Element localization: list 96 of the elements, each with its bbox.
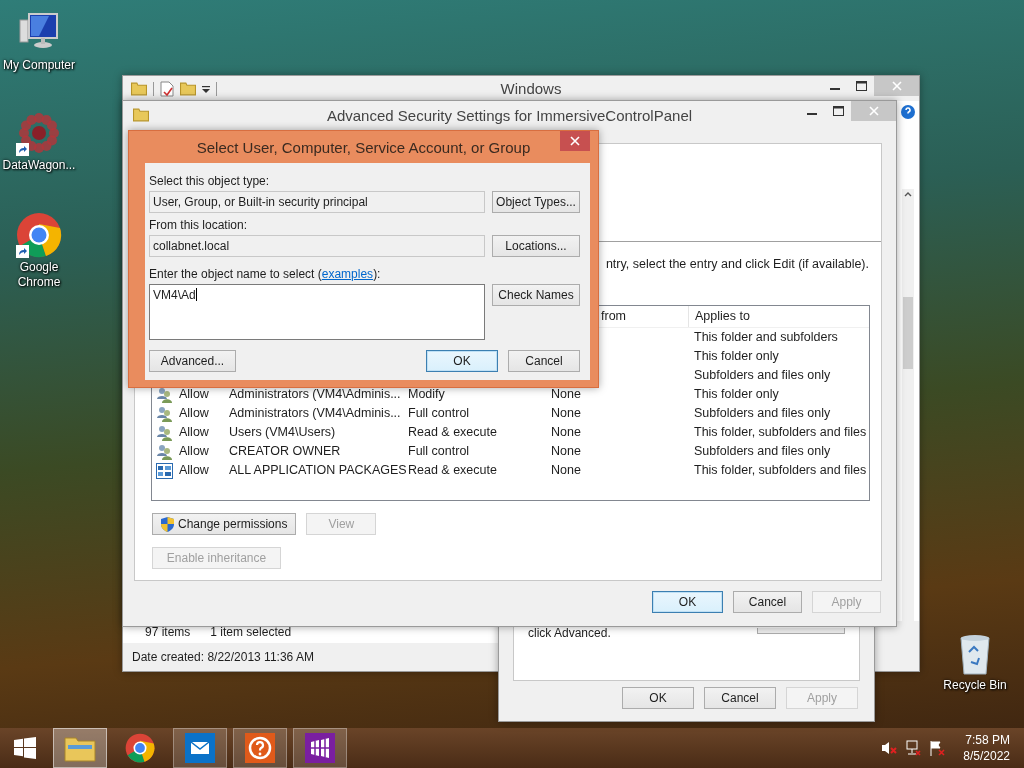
- table-cell-text: This folder and subfolders: [694, 329, 839, 346]
- desktop-icon-label[interactable]: Google Chrome: [0, 260, 78, 290]
- location-field: collabnet.local: [149, 235, 485, 257]
- object-type-field: User, Group, or Built-in security principal: [149, 191, 485, 213]
- chrome-icon[interactable]: [16, 212, 62, 258]
- users-icon: [156, 405, 173, 422]
- table-cell-text: Full control: [408, 443, 471, 460]
- store-icon[interactable]: [305, 733, 335, 763]
- table-cell-text: Users (VM4\Users): [229, 424, 337, 441]
- maximize-icon: [832, 106, 844, 116]
- table-cell-text: Allow: [179, 424, 210, 441]
- table-cell-text: ALL APPLICATION PACKAGES: [229, 462, 408, 479]
- users-icon: [156, 443, 173, 460]
- shortcut-arrow-icon: [16, 245, 29, 258]
- clock-date[interactable]: 8/5/2022: [963, 748, 1010, 764]
- object-name-field[interactable]: VM4\Ad: [149, 284, 485, 340]
- clock-time[interactable]: 7:58 PM: [965, 732, 1010, 748]
- table-cell-text: Subfolders and files only: [694, 405, 832, 422]
- dropdown-caret-icon[interactable]: [202, 84, 210, 93]
- table-cell-text: None: [551, 443, 582, 460]
- date-created: Date created: 8/22/2013 11:36 AM: [132, 650, 314, 664]
- close-icon: [891, 81, 902, 91]
- mail-icon[interactable]: [185, 733, 215, 763]
- scroll-up-icon[interactable]: [904, 191, 912, 197]
- minimize-icon: [807, 113, 817, 115]
- volume-muted-icon[interactable]: [881, 740, 898, 756]
- dialog-button[interactable]: Cancel: [704, 687, 776, 709]
- desktop-icon-label[interactable]: DataWagon...: [2, 158, 76, 173]
- dialog-button[interactable]: Cancel: [733, 591, 802, 613]
- dialog-title: Select User, Computer, Service Account, or Group: [196, 138, 531, 156]
- table-cell-text: CREATOR OWNER: [229, 443, 342, 460]
- help-icon[interactable]: [901, 105, 915, 119]
- users-icon: [156, 386, 173, 403]
- desktop-icon-label[interactable]: Recycle Bin: [943, 678, 1007, 693]
- folder-icon: [133, 108, 149, 122]
- table-cell-text: Modify: [408, 386, 446, 403]
- field-label: Enter the object name to select (examples):: [149, 266, 381, 282]
- field-label: Select this object type:: [149, 173, 270, 189]
- field-label: From this location:: [149, 217, 248, 233]
- object-types-button[interactable]: Object Types...: [492, 191, 580, 213]
- close-icon: [868, 106, 879, 116]
- shortcut-arrow-icon: [16, 143, 29, 156]
- properties-icon[interactable]: [160, 80, 174, 97]
- table-cell-text: None: [551, 386, 582, 403]
- folder-icon[interactable]: [64, 734, 96, 762]
- check-names-button[interactable]: Check Names: [492, 284, 580, 306]
- change-permissions-button[interactable]: Change permissions: [152, 513, 297, 535]
- close-icon: [570, 136, 580, 146]
- instruction-text: ntry, select the entry and click Edit (if available).: [605, 257, 869, 273]
- dialog-button[interactable]: OK: [652, 591, 723, 613]
- help-icon[interactable]: [245, 733, 275, 763]
- table-cell-text: Allow: [179, 386, 210, 403]
- table-cell-text: Subfolders and files only: [694, 367, 832, 384]
- app-icon[interactable]: [16, 110, 62, 156]
- item-count: 97 items: [145, 625, 191, 639]
- chrome-icon[interactable]: [125, 733, 155, 763]
- selection-count: 1 item selected: [210, 625, 292, 639]
- table-cell-text: None: [551, 462, 582, 479]
- users-icon: [156, 424, 173, 441]
- shield-icon: [161, 516, 174, 532]
- table-cell-text: Administrators (VM4\Adminis...: [229, 405, 402, 422]
- locations-button[interactable]: Locations...: [492, 235, 580, 257]
- hint-text: click Advanced.: [528, 626, 611, 640]
- dialog-button[interactable]: OK: [426, 350, 498, 372]
- maximize-icon: [855, 81, 867, 91]
- table-cell-text: Subfolders and files only: [694, 443, 832, 460]
- table-cell-text: Allow: [179, 405, 210, 422]
- table-cell-text: This folder only: [694, 386, 780, 403]
- table-cell-text: None: [551, 405, 582, 422]
- table-cell-text: Read & execute: [408, 424, 498, 441]
- desktop-icon-label[interactable]: My Computer: [3, 58, 75, 73]
- table-cell-text: This folder only: [694, 348, 780, 365]
- flag-icon[interactable]: [929, 740, 946, 756]
- table-cell-text: Allow: [179, 443, 210, 460]
- table-cell-text: Allow: [179, 462, 210, 479]
- folder-icon: [131, 81, 147, 96]
- table-cell-text: Administrators (VM4\Adminis...: [229, 386, 402, 403]
- dialog-button[interactable]: Cancel: [508, 350, 580, 372]
- network-icon[interactable]: [905, 740, 922, 756]
- table-cell-text: Read & execute: [408, 462, 498, 479]
- column-header[interactable]: Applies to: [688, 306, 869, 327]
- table-cell-text: None: [551, 424, 582, 441]
- windows-logo-icon[interactable]: [14, 737, 36, 759]
- dialog-button[interactable]: OK: [622, 687, 694, 709]
- close-button[interactable]: [560, 131, 590, 151]
- dialog-button[interactable]: Advanced...: [149, 350, 236, 372]
- new-folder-icon: [180, 81, 196, 96]
- window-title: Advanced Security Settings for ImmersiveControlPanel: [326, 106, 693, 124]
- app-packages-icon: [156, 462, 173, 479]
- table-cell-text: This folder, subfolders and files: [694, 462, 868, 479]
- table-cell-text: Full control: [408, 405, 471, 422]
- scroll-thumb[interactable]: [903, 297, 913, 369]
- window-title: Windows: [500, 80, 562, 97]
- minimize-icon: [830, 88, 840, 90]
- table-cell-text: This folder, subfolders and files: [694, 424, 868, 441]
- examples-link[interactable]: examples: [321, 267, 374, 281]
